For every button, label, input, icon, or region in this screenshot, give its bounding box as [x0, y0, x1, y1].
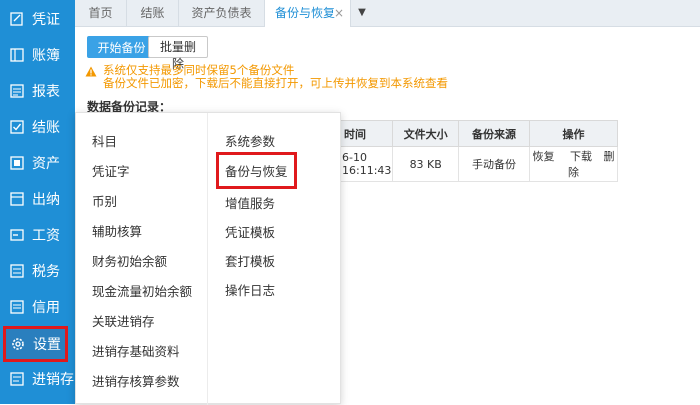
start-backup-button[interactable]: 开始备份 — [87, 36, 156, 58]
menu-item-inventory-basic-data[interactable]: 进销存基础资料 — [92, 341, 180, 360]
sidebar-item-label: 进销存 — [32, 372, 74, 388]
menu-item-cashflow-initial-balance[interactable]: 现金流量初始余额 — [92, 281, 192, 300]
book-icon — [10, 48, 24, 62]
cell-size: 83 KB — [392, 146, 459, 182]
col-source: 备份来源 — [457, 120, 530, 147]
download-link[interactable]: 下载 — [570, 150, 592, 163]
batch-delete-button[interactable]: 批量删除 — [148, 36, 208, 71]
menu-item-initial-balance[interactable]: 财务初始余额 — [92, 251, 167, 270]
menu-item-print-templates[interactable]: 套打模板 — [225, 251, 275, 270]
sidebar-item-label: 设置 — [33, 337, 61, 353]
tax-icon — [10, 264, 24, 278]
sidebar-item-label: 工资 — [32, 228, 60, 244]
menu-item-subjects[interactable]: 科目 — [92, 131, 117, 150]
sidebar-item-label: 凭证 — [32, 12, 60, 28]
sidebar-item-ledger[interactable]: 账簿 — [0, 37, 75, 73]
sidebar-item-label: 税务 — [32, 264, 60, 280]
tab-label: 备份与恢复 — [275, 6, 336, 20]
sidebar-item-label: 出纳 — [32, 192, 60, 208]
sidebar-item-cashier[interactable]: 出纳 — [0, 181, 75, 217]
menu-item-linked-inventory[interactable]: 关联进销存 — [92, 311, 155, 330]
tab-label: 结账 — [140, 6, 165, 20]
sidebar-item-payroll[interactable]: 工资 — [0, 217, 75, 253]
tab-bar: 首页 结账 资产负债表 备份与恢复 × ▼ — [75, 0, 700, 27]
tab-closing[interactable]: 结账 — [127, 0, 179, 26]
menu-item-voucher-templates[interactable]: 凭证模板 — [225, 222, 275, 241]
menu-item-system-params[interactable]: 系统参数 — [225, 131, 275, 150]
warning-line-2: 备份文件已加密，下载后不能直接打开，可上传并恢复到本系统查看 — [103, 76, 448, 90]
sidebar-item-label: 结账 — [32, 120, 60, 136]
asset-icon — [10, 156, 24, 170]
gear-icon — [11, 337, 25, 351]
tab-backup-restore[interactable]: 备份与恢复 × — [265, 0, 351, 27]
cell-actions: 恢复 下载 删除 — [528, 146, 619, 182]
menu-item-value-added-services[interactable]: 增值服务 — [225, 193, 275, 212]
menu-item-backup-restore[interactable]: 备份与恢复 — [216, 152, 297, 189]
menu-item-auxiliary-accounting[interactable]: 辅助核算 — [92, 221, 142, 240]
sidebar-item-label: 信用 — [32, 300, 60, 316]
sidebar-item-settings[interactable]: 设置 — [3, 326, 68, 362]
sidebar-item-report[interactable]: 报表 — [0, 73, 75, 109]
report-icon — [10, 84, 24, 98]
col-size: 文件大小 — [392, 120, 459, 147]
col-actions: 操作 — [528, 120, 619, 147]
sidebar-item-closing[interactable]: 结账 — [0, 109, 75, 145]
cell-source: 手动备份 — [457, 146, 530, 182]
cashier-icon — [10, 192, 24, 206]
chevron-down-icon[interactable]: ▼ — [351, 0, 373, 26]
credit-icon — [10, 300, 24, 314]
restore-link[interactable]: 恢复 — [533, 150, 555, 163]
sidebar-item-tax[interactable]: 税务 — [0, 253, 75, 289]
inventory-icon — [10, 372, 24, 386]
backup-warning: 系统仅支持最多同时保留5个备份文件 备份文件已加密，下载后不能直接打开，可上传并… — [85, 64, 448, 90]
menu-divider — [207, 113, 208, 405]
tab-home[interactable]: 首页 — [75, 0, 127, 26]
tab-label: 资产负债表 — [191, 6, 252, 20]
sidebar-item-label: 账簿 — [32, 48, 60, 64]
salary-icon — [10, 228, 24, 242]
settings-menu: 科目 凭证字 币别 辅助核算 财务初始余额 现金流量初始余额 关联进销存 进销存… — [75, 112, 341, 405]
menu-item-voucher-word[interactable]: 凭证字 — [92, 161, 130, 180]
sidebar-item-assets[interactable]: 资产 — [0, 145, 75, 181]
close-icon[interactable]: × — [334, 0, 344, 26]
menu-item-inventory-accounting-params[interactable]: 进销存核算参数 — [92, 371, 180, 390]
sidebar-item-inventory[interactable]: 进销存 — [0, 361, 75, 397]
tab-label: 首页 — [88, 6, 113, 20]
menu-item-operation-log[interactable]: 操作日志 — [225, 280, 275, 299]
sidebar-item-label: 资产 — [32, 156, 60, 172]
sidebar-item-credit[interactable]: 信用 — [0, 289, 75, 325]
edit-icon — [10, 12, 24, 26]
checkbox-icon — [10, 120, 24, 134]
sidebar-item-label: 报表 — [32, 84, 60, 100]
sidebar: 凭证 账簿 报表 结账 资产 出纳 工资 税务 信用 设置 进销存 — [0, 0, 75, 404]
warning-icon — [85, 66, 97, 80]
sidebar-item-voucher[interactable]: 凭证 — [0, 1, 75, 37]
tab-balance-sheet[interactable]: 资产负债表 — [179, 0, 265, 26]
menu-item-currency[interactable]: 币别 — [92, 191, 117, 210]
